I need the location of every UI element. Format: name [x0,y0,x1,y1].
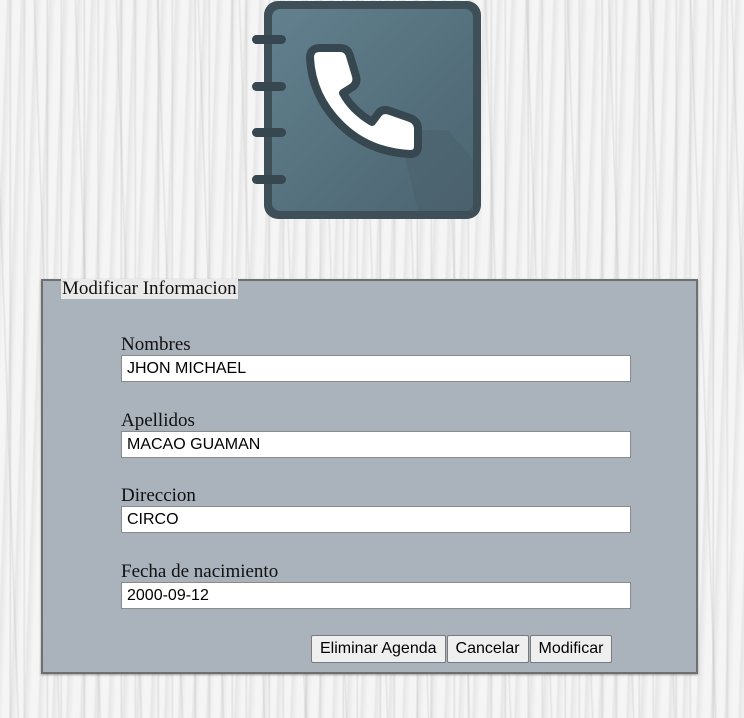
direccion-label: Direccion [121,485,196,506]
apellidos-input[interactable] [121,431,631,458]
form-actions: Eliminar Agenda Cancelar Modificar [311,635,613,663]
fecha-nacimiento-field-group: Fecha de nacimiento [121,562,631,609]
modify-info-panel: Modificar Informacion Nombres Apellidos … [41,279,698,674]
address-book-phone-icon [252,1,481,219]
direccion-field-group: Direccion [121,486,631,533]
modificar-button[interactable]: Modificar [529,635,613,663]
cancelar-button[interactable]: Cancelar [446,635,529,663]
apellidos-label: Apellidos [121,410,195,431]
apellidos-field-group: Apellidos [121,411,631,458]
eliminar-agenda-button[interactable]: Eliminar Agenda [311,635,446,663]
nombres-field-group: Nombres [121,335,631,382]
nombres-input[interactable] [121,355,631,382]
fecha-nacimiento-input[interactable] [121,582,631,609]
nombres-label: Nombres [121,334,191,355]
panel-legend: Modificar Informacion [61,278,238,299]
fecha-nacimiento-label: Fecha de nacimiento [121,561,279,582]
direccion-input[interactable] [121,506,631,533]
